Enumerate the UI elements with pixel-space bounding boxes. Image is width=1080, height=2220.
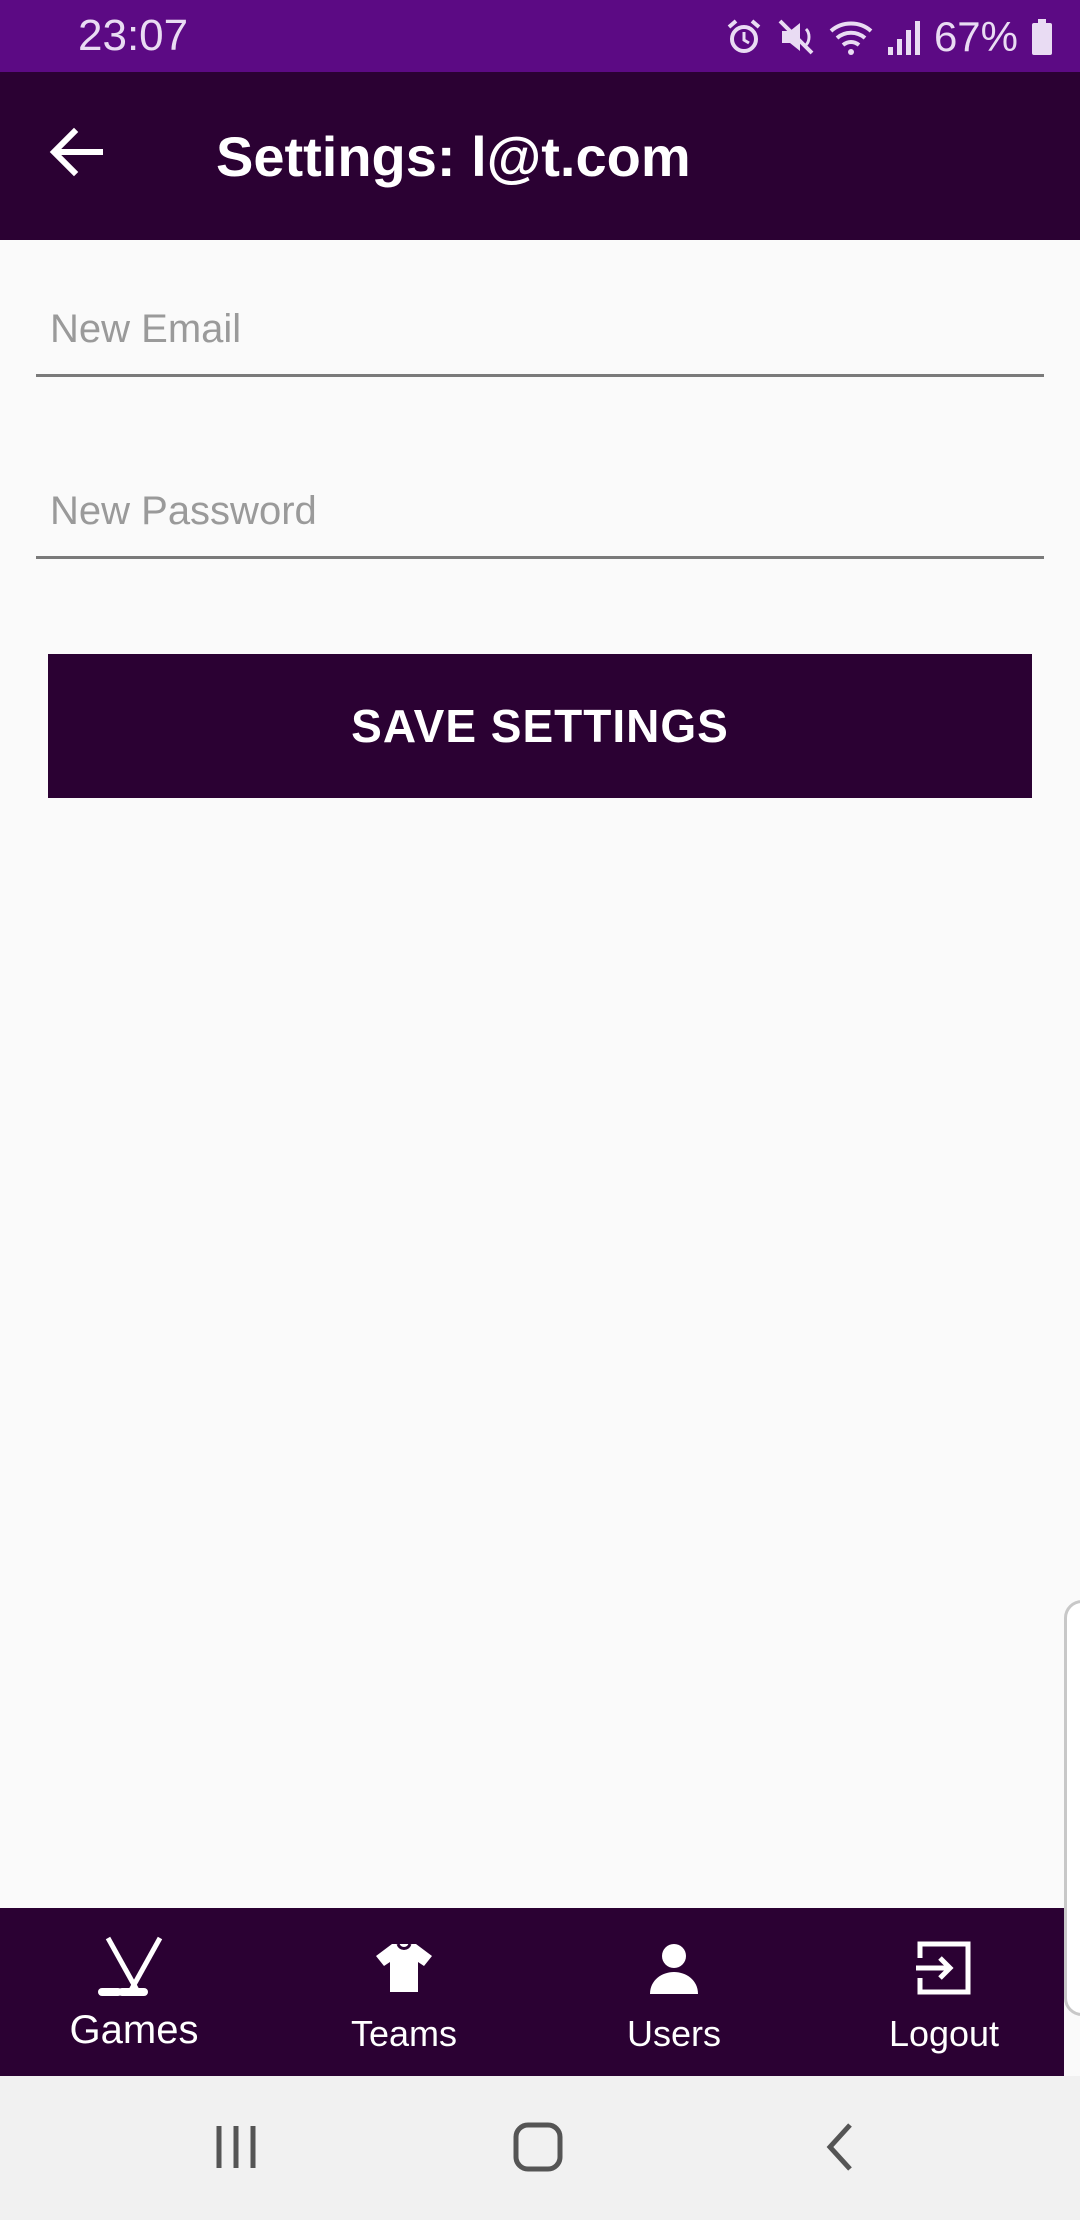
save-settings-button[interactable]: SAVE SETTINGS [48,654,1032,798]
nav-item-users[interactable]: Users [544,1908,804,2076]
status-time: 23:07 [78,11,189,60]
recent-apps-button[interactable] [196,2116,276,2182]
bottom-nav: Games Teams Users Logout [0,1908,1064,2076]
nav-label-games: Games [69,2008,199,2052]
battery-icon [1030,17,1054,57]
nav-item-teams[interactable]: Teams [274,1908,534,2076]
recent-apps-icon [211,2122,261,2177]
system-back-button[interactable] [800,2116,880,2182]
back-button[interactable] [46,122,126,190]
wifi-icon [828,17,874,57]
email-input[interactable] [48,298,1032,360]
app-bar: Settings: l@t.com [0,72,1080,240]
battery-percent: 67% [933,13,1018,60]
person-icon [634,1936,714,2000]
page-title: Settings: l@t.com [216,125,691,188]
home-button[interactable] [498,2116,578,2182]
alarm-icon [724,17,764,57]
nav-label-logout: Logout [888,2013,1000,2054]
signal-icon [886,17,922,57]
arrow-left-icon [46,127,106,186]
home-icon [512,2121,564,2178]
nav-item-logout[interactable]: Logout [814,1908,1074,2076]
system-nav-bar [0,2076,1080,2220]
password-field[interactable] [36,436,1044,559]
status-icons: 67% [724,12,1054,62]
hockey-sticks-icon [94,1936,174,2000]
logout-icon [904,1936,984,2000]
nav-label-users: Users [626,2013,721,2054]
back-icon [820,2121,860,2178]
nav-label-teams: Teams [350,2013,458,2054]
nav-item-games[interactable]: Games [4,1908,264,2076]
shirt-icon [364,1936,444,2000]
password-input[interactable] [48,480,1032,542]
email-field[interactable] [36,254,1044,377]
status-bar: 23:07 67% [0,0,1080,72]
mute-icon [776,17,816,57]
